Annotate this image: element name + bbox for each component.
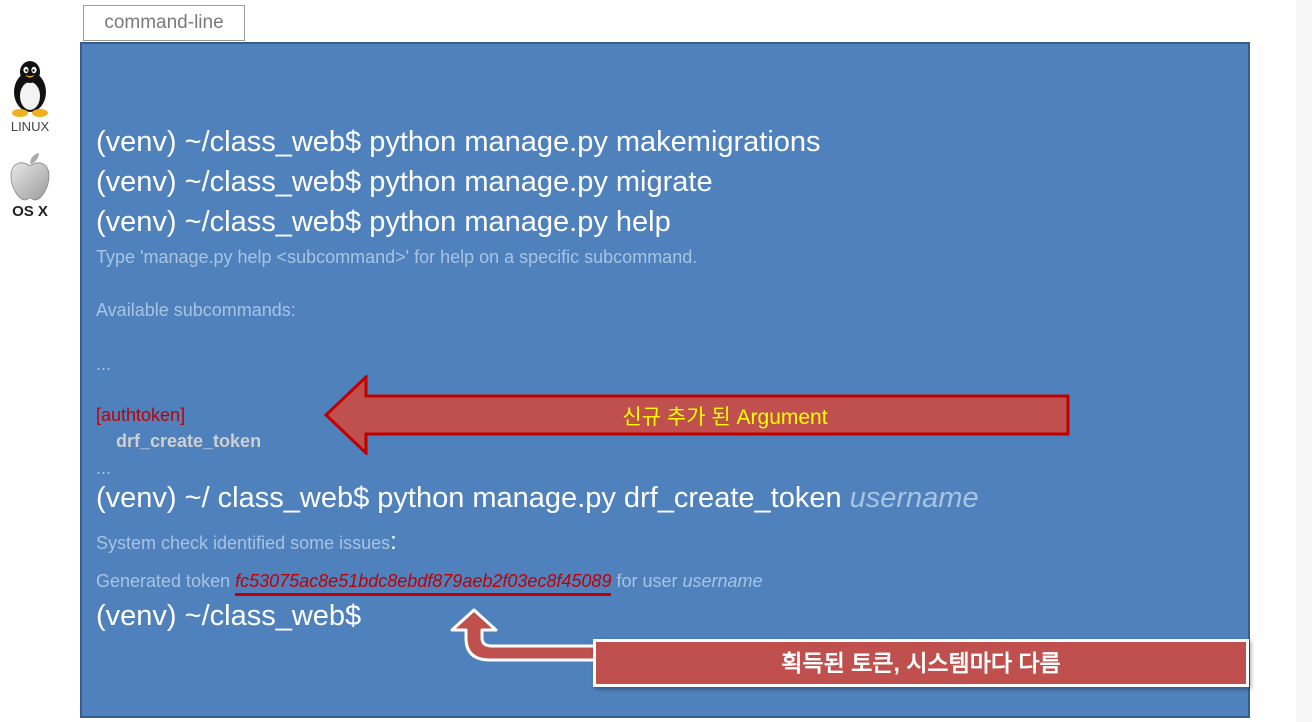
available-subcommands-line: Available subcommands: xyxy=(96,300,296,320)
token-note-box: 획득된 토큰, 시스템마다 다름 xyxy=(593,639,1249,687)
right-edge-strip xyxy=(1296,0,1312,722)
system-check-line: System check identified some issues: xyxy=(96,528,397,556)
help-hint-line: Type 'manage.py help <subcommand>' for h… xyxy=(96,247,698,267)
linux-penguin-icon xyxy=(12,61,48,117)
osx-label: OS X xyxy=(12,203,48,220)
curved-up-arrow xyxy=(450,608,600,662)
ellipsis-line-1: ... xyxy=(96,354,112,374)
new-argument-callout-text: 신규 추가 된 Argument xyxy=(560,401,890,431)
command-line-tab: command-line xyxy=(83,5,245,41)
system-check-colon: : xyxy=(390,528,397,555)
new-argument-korean: 신규 추가 된 xyxy=(622,406,737,429)
generated-token-line: Generated token fc53075ac8e51bdc8ebdf879… xyxy=(96,571,763,596)
new-argument-word: Argument xyxy=(736,406,828,429)
command-migrate: (venv) ~/class_web$ python manage.py mig… xyxy=(96,166,713,198)
linux-badge: LINUX xyxy=(0,58,60,134)
generated-token-value: fc53075ac8e51bdc8ebdf879aeb2f03ec8f45089 xyxy=(235,571,612,596)
ellipsis-line-2: ... xyxy=(96,458,112,478)
command-help: (venv) ~/class_web$ python manage.py hel… xyxy=(96,206,671,238)
linux-label: LINUX xyxy=(10,119,50,134)
command-drf-create-token: (venv) ~/ class_web$ python manage.py dr… xyxy=(96,482,979,515)
apple-icon xyxy=(10,153,50,201)
osx-badge: OS X xyxy=(0,152,60,220)
command-makemigrations: (venv) ~/class_web$ python manage.py mak… xyxy=(96,126,821,158)
for-user-text: for user xyxy=(611,571,683,591)
username-argument: username xyxy=(849,482,979,514)
drf-create-token-subcommand: drf_create_token xyxy=(116,431,262,451)
system-check-text: System check identified some issues xyxy=(96,533,391,553)
for-user-username: username xyxy=(682,571,763,591)
generated-token-prefix: Generated token xyxy=(96,571,236,591)
command-drf-create-token-text: (venv) ~/ class_web$ python manage.py dr… xyxy=(96,482,850,514)
terminal-prompt: (venv) ~/class_web$ xyxy=(96,600,362,632)
authtoken-group-label: [authtoken] xyxy=(96,405,186,425)
